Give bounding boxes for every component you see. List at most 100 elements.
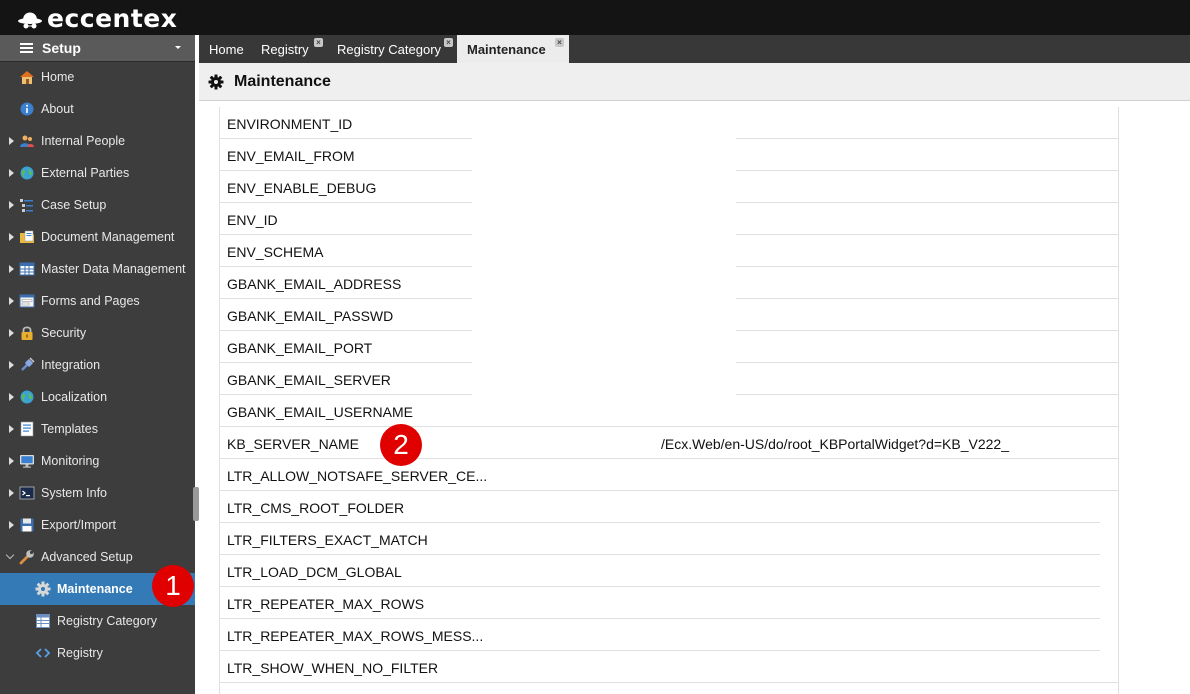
tab-registry-category[interactable]: Registry Category ×	[327, 35, 457, 63]
registry-key: ENVIRONMENT_ID	[227, 116, 353, 132]
table-row[interactable]: ENV_ENABLE_DEBUG	[220, 171, 1118, 203]
close-icon[interactable]: ×	[444, 38, 453, 47]
sidebar-item-label: Security	[41, 326, 87, 340]
main-content: ENVIRONMENT_ID ENV_EMAIL_FROM ENV_ENABLE_D…	[199, 101, 1190, 694]
registry-key: LTR_SHOW_WHEN_NO_FILTER	[227, 660, 439, 676]
table-row[interactable]: LTR_CMS_ROOT_FOLDER	[220, 491, 1118, 523]
folder-document-icon	[19, 229, 35, 245]
tab-label: Maintenance	[467, 41, 546, 57]
sidebar-item-registry[interactable]: Registry	[0, 637, 195, 669]
people-icon	[19, 133, 35, 149]
info-icon	[19, 101, 35, 117]
sidebar-item-document-management[interactable]: Document Management	[0, 221, 195, 253]
expand-arrow-icon[interactable]	[9, 393, 14, 401]
sidebar-item-master-data-management[interactable]: Master Data Management	[0, 253, 195, 285]
expand-arrow-icon[interactable]	[9, 265, 14, 273]
menu-icon	[20, 41, 33, 55]
gear-icon	[35, 581, 51, 597]
close-icon[interactable]: ×	[314, 38, 323, 47]
table-row[interactable]: GBANK_EMAIL_USERNAME	[220, 395, 1118, 427]
sidebar-item-localization[interactable]: Localization	[0, 381, 195, 413]
table-row[interactable]: GBANK_EMAIL_SERVER	[220, 363, 1118, 395]
registry-key: GBANK_EMAIL_PASSWD	[227, 308, 394, 324]
expand-arrow-icon[interactable]	[9, 233, 14, 241]
annotation-badge-1: 1	[152, 565, 194, 607]
monitor-icon	[19, 453, 35, 469]
sidebar-item-label: Advanced Setup	[41, 550, 133, 564]
code-icon	[35, 645, 51, 661]
table-row[interactable]: ENV_SCHEMA	[220, 235, 1118, 267]
table-row[interactable]: LTR_ALLOW_NOTSAFE_SERVER_CE...	[220, 459, 1118, 491]
sidebar-item-case-setup[interactable]: Case Setup	[0, 189, 195, 221]
tab-label: Home	[209, 41, 244, 57]
table-row[interactable]: LTR_REPEATER_MAX_ROWS_MESS...	[220, 619, 1118, 651]
floppy-icon	[19, 517, 35, 533]
lock-icon	[19, 325, 35, 341]
registry-key: GBANK_EMAIL_SERVER	[227, 372, 391, 388]
table-row[interactable]: GBANK_EMAIL_PORT	[220, 331, 1118, 363]
registry-key: ENV_ENABLE_DEBUG	[227, 180, 377, 196]
expand-arrow-icon[interactable]	[9, 361, 14, 369]
table-row[interactable]: LTR_SHOW_WHEN_NO_FILTER	[220, 651, 1118, 683]
wrench-icon	[19, 549, 35, 565]
sidebar-item-forms-and-pages[interactable]: Forms and Pages	[0, 285, 195, 317]
tab-home[interactable]: Home	[199, 35, 251, 63]
list-tree-icon	[19, 197, 35, 213]
expand-arrow-icon[interactable]	[9, 201, 14, 209]
expand-arrow-icon[interactable]	[9, 521, 14, 529]
sidebar-item-label: Integration	[41, 358, 101, 372]
expand-arrow-icon[interactable]	[9, 297, 14, 305]
table-row[interactable]: KB_SERVER_NAME/Ecx.Web/en-US/do/root_KBP…	[220, 427, 1118, 459]
expand-arrow-icon[interactable]	[9, 137, 14, 145]
brand-logo[interactable]: eccentex	[17, 3, 177, 33]
sidebar-item-system-info[interactable]: System Info	[0, 477, 195, 509]
sidebar-item-label: Templates	[41, 422, 98, 436]
sidebar-item-monitoring[interactable]: Monitoring	[0, 445, 195, 477]
table-row[interactable]: GBANK_EMAIL_ADDRESS	[220, 267, 1118, 299]
sidebar-item-label: System Info	[41, 486, 107, 500]
sidebar-item-export-import[interactable]: Export/Import	[0, 509, 195, 541]
table-row[interactable]: LTR_REPEATER_MAX_ROWS	[220, 587, 1118, 619]
gear-icon	[208, 74, 224, 89]
sidebar-item-about[interactable]: About	[0, 93, 195, 125]
grid-icon	[19, 261, 35, 277]
tab-maintenance[interactable]: Maintenance ×	[457, 35, 569, 63]
sidebar-item-registry-category[interactable]: Registry Category	[0, 605, 195, 637]
table-row[interactable]: ENVIRONMENT_ID	[220, 107, 1118, 139]
sidebar-item-home[interactable]: Home	[0, 61, 195, 93]
expand-arrow-icon[interactable]	[9, 169, 14, 177]
expanded-arrow-icon[interactable]	[5, 550, 15, 560]
tab-registry[interactable]: Registry ×	[251, 35, 327, 63]
close-icon[interactable]: ×	[555, 38, 564, 47]
sidebar-item-templates[interactable]: Templates	[0, 413, 195, 445]
sidebar-item-label: About	[41, 102, 74, 116]
table-row[interactable]: GBANK_EMAIL_PASSWD	[220, 299, 1118, 331]
page-header: Maintenance	[199, 63, 1190, 101]
sidebar-item-label: Case Setup	[41, 198, 107, 212]
expand-arrow-icon[interactable]	[9, 425, 14, 433]
registry-key: ENV_ID	[227, 212, 278, 228]
table-row[interactable]: LTR_LOAD_DCM_GLOBAL	[220, 555, 1118, 587]
table-row[interactable]: ENV_EMAIL_FROM	[220, 139, 1118, 171]
sidebar-item-label: Monitoring	[41, 454, 100, 468]
expand-arrow-icon[interactable]	[9, 329, 14, 337]
table-row[interactable]: ENV_ID	[220, 203, 1118, 235]
plug-icon	[19, 357, 35, 373]
sidebar-item-security[interactable]: Security	[0, 317, 195, 349]
sidebar-item-external-parties[interactable]: External Parties	[0, 157, 195, 189]
sidebar-item-label: Internal People	[41, 134, 126, 148]
registry-key: GBANK_EMAIL_USERNAME	[227, 404, 413, 420]
page-title: Maintenance	[234, 72, 331, 90]
sidebar-item-internal-people[interactable]: Internal People	[0, 125, 195, 157]
table-row[interactable]: LTR_FILTERS_EXACT_MATCH	[220, 523, 1118, 555]
registry-table: ENVIRONMENT_ID ENV_EMAIL_FROM ENV_ENABLE_D…	[219, 107, 1119, 694]
tab-label: Registry Category	[337, 41, 442, 57]
setup-menu-header[interactable]: Setup	[0, 35, 195, 62]
sidebar-item-label: Forms and Pages	[41, 294, 140, 308]
expand-arrow-icon[interactable]	[9, 457, 14, 465]
registry-key: GBANK_EMAIL_ADDRESS	[227, 276, 402, 292]
sidebar-item-label: Home	[41, 70, 75, 84]
sidebar-item-integration[interactable]: Integration	[0, 349, 195, 381]
registry-key: LTR_CMS_ROOT_FOLDER	[227, 500, 405, 516]
expand-arrow-icon[interactable]	[9, 489, 14, 497]
